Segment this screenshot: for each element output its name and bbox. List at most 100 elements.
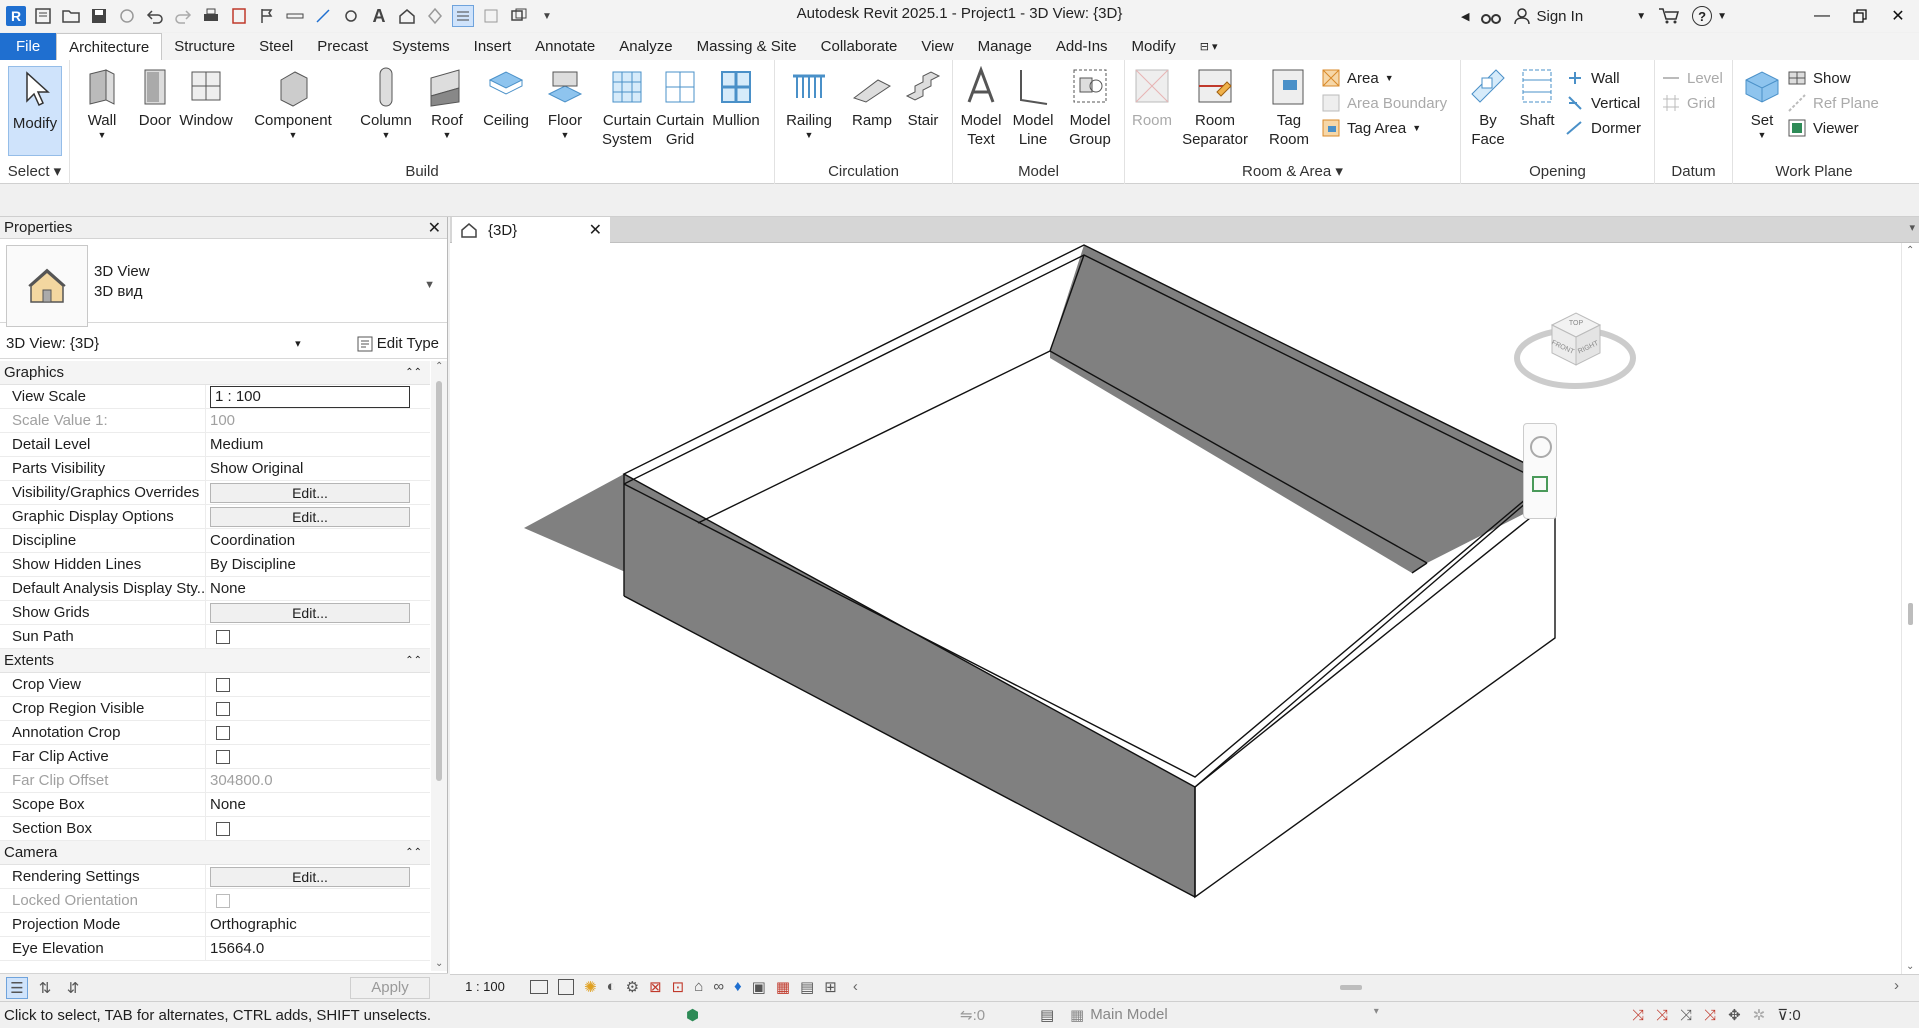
tab-systems[interactable]: Systems (380, 33, 462, 60)
crop-view-icon[interactable]: ⊠ (649, 978, 662, 996)
tab-list-icon[interactable]: ▾ (1909, 221, 1915, 234)
graphic-display-edit-button[interactable]: Edit... (210, 506, 410, 527)
close-properties-icon[interactable]: ✕ (428, 218, 441, 238)
crop-region-checkbox[interactable] (216, 701, 230, 716)
viewer-button[interactable]: Viewer (1787, 118, 1859, 138)
curtain-grid-button[interactable]: Curtain Grid (654, 66, 706, 149)
row-analysis-style[interactable]: Default Analysis Display Sty... None (0, 577, 430, 601)
tab-view[interactable]: View (909, 33, 965, 60)
row-projection[interactable]: Projection Mode Orthographic (0, 913, 430, 937)
close-window-button[interactable]: ✕ (1885, 4, 1911, 28)
type-selector[interactable]: 3D View 3D вид ▼ (0, 239, 447, 327)
vscroll-thumb[interactable] (1908, 603, 1913, 625)
temp-hide-icon[interactable]: ∞ (713, 978, 724, 995)
help-button[interactable]: ? ▼ (1692, 6, 1727, 26)
model-line-button[interactable]: Model Line (1007, 66, 1059, 149)
area-boundary-button[interactable]: Area Boundary (1321, 93, 1447, 113)
app-connector-icon[interactable]: ⬢ (686, 1006, 699, 1024)
save-icon[interactable] (88, 5, 110, 27)
drawing-area[interactable]: TOP FRONT RIGHT (450, 243, 1901, 974)
room-button[interactable]: Room (1129, 66, 1175, 130)
select-by-face-icon[interactable]: ⤨ (1704, 1007, 1716, 1024)
customize-qat-icon[interactable]: ▼ (536, 5, 558, 27)
analysis-icon[interactable]: ▦ (776, 978, 790, 996)
scroll-down-icon[interactable]: ⌄ (435, 958, 443, 969)
sort-az-icon[interactable]: ⇅ (34, 977, 56, 999)
hscroll-right-icon[interactable]: › (1894, 977, 1899, 994)
edit-type-button[interactable]: Edit Type (357, 335, 439, 352)
row-discipline[interactable]: Discipline Coordination (0, 529, 430, 553)
minimize-button[interactable]: — (1809, 4, 1835, 28)
ribbon-minimize-toggle[interactable]: ⊟ ▾ (1188, 33, 1230, 60)
align-icon[interactable] (312, 5, 334, 27)
canvas-horizontal-scrollbar[interactable]: › (890, 977, 1899, 994)
hscroll-thumb[interactable] (1340, 985, 1362, 990)
tag-room-button[interactable]: Tag Room (1259, 66, 1319, 149)
cart-icon[interactable] (1658, 7, 1680, 25)
vscroll-up-icon[interactable]: ⌃ (1906, 245, 1914, 256)
wall-button[interactable]: Wall ▼ (78, 66, 126, 140)
panel-title-room-area[interactable]: Room & Area ▾ (1125, 162, 1460, 180)
section-camera[interactable]: Camera ⌃⌃ (0, 841, 430, 865)
properties-scroll-thumb[interactable] (436, 381, 442, 781)
worksharing-icon[interactable]: ▣ (752, 978, 766, 996)
window-button[interactable]: Window (178, 66, 234, 130)
viewcube[interactable]: TOP FRONT RIGHT (1510, 293, 1640, 403)
hscroll-left-icon[interactable]: ‹ (853, 978, 858, 995)
reveal-hidden-icon[interactable]: ♦ (734, 978, 742, 995)
switch-windows-icon[interactable] (508, 5, 530, 27)
sun-path-checkbox[interactable] (216, 629, 230, 644)
row-detail-level[interactable]: Detail Level Medium (0, 433, 430, 457)
tab-analyze[interactable]: Analyze (607, 33, 684, 60)
properties-scrollbar[interactable]: ⌃ ⌄ (431, 361, 447, 971)
row-hidden-lines[interactable]: Show Hidden Lines By Discipline (0, 553, 430, 577)
main-model-selector[interactable]: ▦ Main Model ▾ (1070, 1006, 1379, 1024)
worksets-icon[interactable]: ⇋:0 (960, 1006, 985, 1024)
text-icon[interactable]: A (368, 5, 390, 27)
categorize-icon[interactable]: ☰ (6, 976, 28, 999)
scroll-up-icon[interactable]: ⌃ (435, 361, 443, 372)
drag-elements-icon[interactable]: ✥ (1728, 1006, 1741, 1024)
ramp-button[interactable]: Ramp (849, 66, 895, 130)
shadows-icon[interactable]: ◐ (607, 978, 616, 995)
door-button[interactable]: Door (132, 66, 178, 130)
tab-structure[interactable]: Structure (162, 33, 247, 60)
grid-button[interactable]: Grid (1661, 93, 1715, 113)
tab-add-ins[interactable]: Add-Ins (1044, 33, 1120, 60)
model-group-button[interactable]: Model Group (1061, 66, 1119, 149)
rendering-edit-button[interactable]: Edit... (210, 866, 410, 887)
crop-view-checkbox[interactable] (216, 677, 230, 692)
undo-icon[interactable] (144, 5, 166, 27)
reveal-constraints-icon[interactable]: ▤ (800, 978, 814, 996)
wall-opening-button[interactable]: Wall (1565, 68, 1620, 88)
set-work-plane-button[interactable]: Set ▼ (1741, 66, 1783, 140)
print-icon[interactable] (200, 5, 222, 27)
by-face-button[interactable]: By Face (1465, 66, 1511, 149)
highlight-icon[interactable]: ⊞ (824, 978, 837, 996)
room-separator-button[interactable]: Room Separator (1175, 66, 1255, 149)
close-view-tab-icon[interactable]: ✕ (589, 220, 602, 240)
tab-file[interactable]: File (0, 33, 57, 60)
view-scale-control[interactable]: 1 : 100 (450, 979, 520, 994)
row-scope-box[interactable]: Scope Box None (0, 793, 430, 817)
select-links-icon[interactable]: ⤨ (1632, 1007, 1644, 1024)
tab-collaborate[interactable]: Collaborate (809, 33, 910, 60)
annotation-crop-checkbox[interactable] (216, 725, 230, 740)
section-box-checkbox[interactable] (216, 821, 230, 836)
sync-icon[interactable] (116, 5, 138, 27)
type-dropdown-icon[interactable]: ▼ (424, 279, 435, 291)
tab-massing-site[interactable]: Massing & Site (685, 33, 809, 60)
panel-title-select[interactable]: Select ▾ (0, 162, 69, 180)
area-button[interactable]: Area ▼ (1321, 68, 1394, 88)
section-extents[interactable]: Extents ⌃⌃ (0, 649, 430, 673)
tab-3d-view[interactable]: {3D} ✕ (452, 217, 610, 243)
design-options-icon[interactable]: ▤ (1040, 1006, 1054, 1024)
sort-za-icon[interactable]: ⇵ (62, 977, 84, 999)
vscroll-down-icon[interactable]: ⌄ (1906, 961, 1914, 972)
show-work-plane-button[interactable]: Show (1787, 68, 1851, 88)
vg-edit-button[interactable]: Edit... (210, 482, 410, 503)
vertical-opening-button[interactable]: Vertical (1565, 93, 1640, 113)
infocenter-arrow[interactable]: ◀ (1461, 10, 1469, 23)
view-scale-input[interactable]: 1 : 100 (210, 385, 410, 408)
tag-area-button[interactable]: Tag Area ▼ (1321, 118, 1421, 138)
